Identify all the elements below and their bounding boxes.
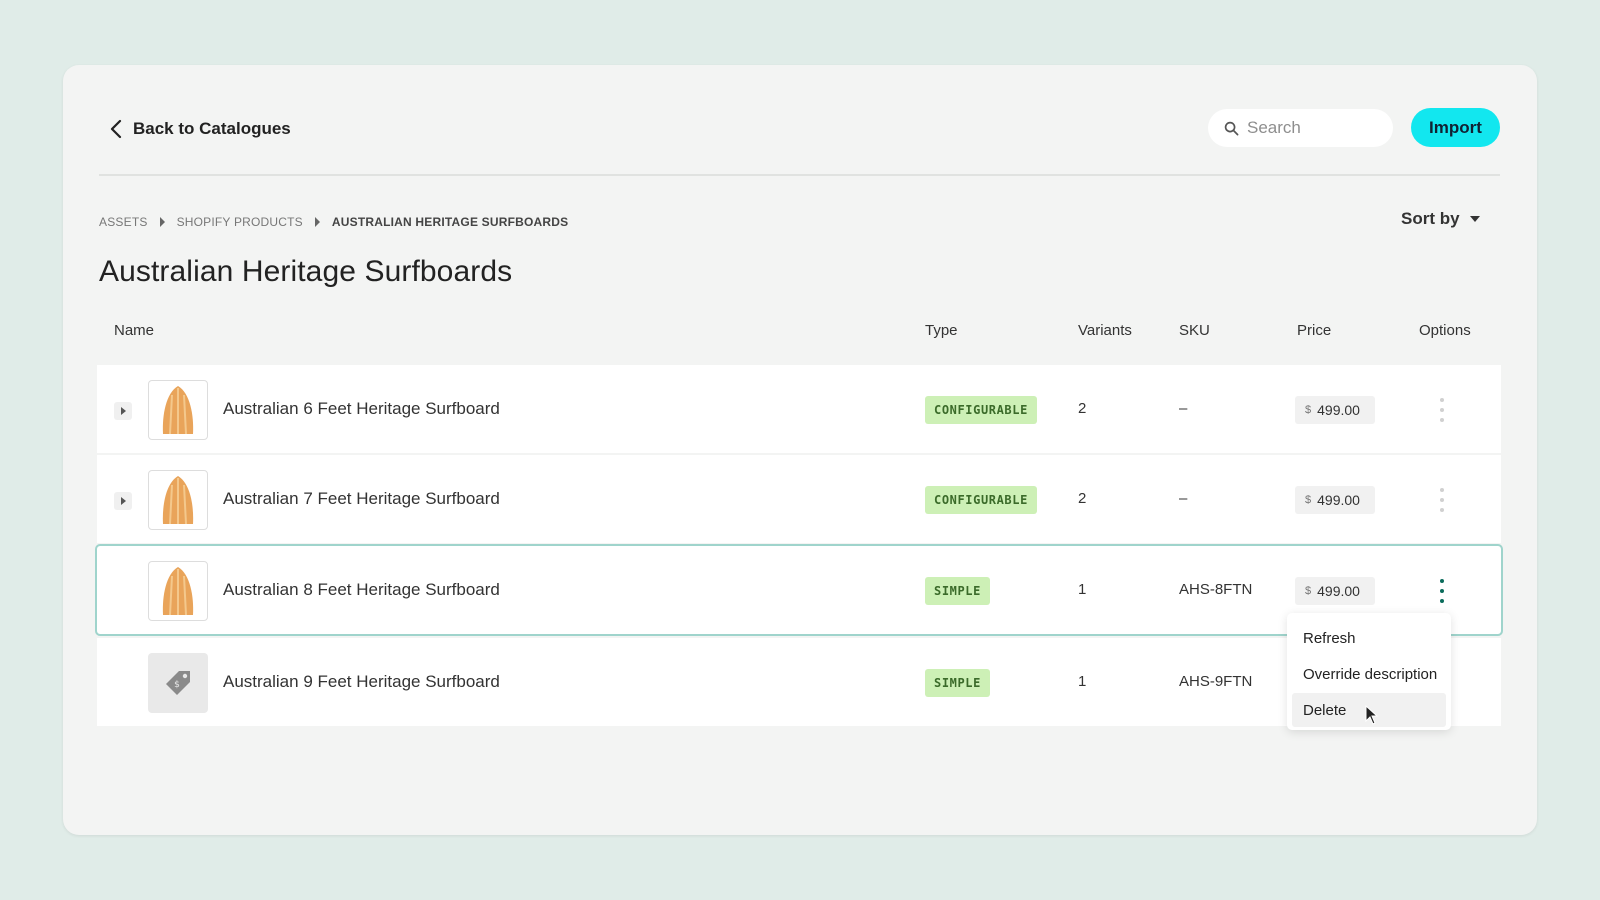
- surfboard-image: [162, 476, 194, 525]
- table-row[interactable]: Australian 6 Feet Heritage Surfboard CON…: [97, 365, 1501, 453]
- currency-symbol: $: [1305, 404, 1312, 416]
- page-title: Australian Heritage Surfboards: [99, 255, 513, 288]
- search-icon: [1224, 121, 1239, 135]
- header-divider: [99, 174, 1500, 176]
- menu-item-override-description[interactable]: Override description: [1292, 657, 1446, 691]
- product-name[interactable]: Australian 7 Feet Heritage Surfboard: [223, 489, 500, 509]
- product-name[interactable]: Australian 9 Feet Heritage Surfboard: [223, 672, 500, 692]
- sku-value: AHS-8FTN: [1179, 581, 1253, 598]
- table-row[interactable]: Australian 7 Feet Heritage Surfboard CON…: [97, 455, 1501, 543]
- variants-count: 2: [1078, 400, 1087, 417]
- breadcrumb-shopify-products[interactable]: SHOPIFY PRODUCTS: [177, 215, 303, 229]
- expand-row-toggle[interactable]: [114, 492, 132, 510]
- price-tag-icon: $: [166, 671, 190, 695]
- product-name[interactable]: Australian 8 Feet Heritage Surfboard: [223, 580, 500, 600]
- price-value: 499.00: [1317, 402, 1360, 418]
- variants-count: 1: [1078, 581, 1087, 598]
- product-thumbnail: [148, 561, 208, 621]
- surfboard-image: [162, 386, 194, 435]
- breadcrumb-separator-icon: [314, 217, 320, 227]
- column-header-type[interactable]: Type: [925, 322, 958, 339]
- options-kebab-icon[interactable]: [1437, 398, 1447, 422]
- import-button[interactable]: Import: [1411, 108, 1500, 147]
- svg-text:$: $: [174, 680, 180, 690]
- column-header-price[interactable]: Price: [1297, 322, 1331, 339]
- breadcrumb-current: AUSTRALIAN HERITAGE SURFBOARDS: [331, 215, 569, 229]
- type-badge: SIMPLE: [925, 577, 990, 605]
- currency-symbol: $: [1305, 494, 1312, 506]
- product-thumbnail: [148, 380, 208, 440]
- product-thumbnail: $: [148, 653, 208, 713]
- caret-down-icon: [1469, 216, 1480, 222]
- column-header-options: Options: [1419, 322, 1471, 339]
- surfboard-image: [162, 567, 194, 616]
- currency-symbol: $: [1305, 585, 1312, 597]
- back-to-catalogues-link[interactable]: Back to Catalogues: [109, 111, 291, 147]
- price-field: $ 499.00: [1295, 486, 1375, 514]
- sort-label: Sort by: [1401, 209, 1460, 228]
- product-name[interactable]: Australian 6 Feet Heritage Surfboard: [223, 399, 500, 419]
- search-box[interactable]: [1208, 109, 1393, 147]
- type-badge: CONFIGURABLE: [925, 486, 1037, 514]
- breadcrumb-assets[interactable]: ASSETS: [99, 215, 148, 229]
- breadcrumb-separator-icon: [159, 217, 165, 227]
- price-value: 499.00: [1317, 492, 1360, 508]
- search-input[interactable]: [1247, 118, 1387, 138]
- expand-row-toggle[interactable]: [114, 402, 132, 420]
- price-field: $ 499.00: [1295, 396, 1375, 424]
- back-label: Back to Catalogues: [133, 119, 291, 138]
- sku-value: AHS-9FTN: [1179, 673, 1253, 690]
- breadcrumb: ASSETS SHOPIFY PRODUCTS AUSTRALIAN HERIT…: [99, 215, 568, 229]
- catalogue-card: Back to Catalogues Import ASSETS SHOPIFY…: [63, 65, 1537, 835]
- column-header-name[interactable]: Name: [114, 322, 154, 339]
- chevron-left-icon: [110, 119, 122, 139]
- mouse-cursor-icon: [1365, 705, 1379, 725]
- options-kebab-icon[interactable]: [1437, 579, 1447, 603]
- product-thumbnail: [148, 470, 208, 530]
- options-kebab-icon[interactable]: [1437, 488, 1447, 512]
- menu-item-refresh[interactable]: Refresh: [1292, 621, 1446, 655]
- price-value: 499.00: [1317, 583, 1360, 599]
- variants-count: 1: [1078, 673, 1087, 690]
- column-header-sku[interactable]: SKU: [1179, 322, 1210, 339]
- variants-count: 2: [1078, 490, 1087, 507]
- price-field: $ 499.00: [1295, 577, 1375, 605]
- sku-value: –: [1179, 400, 1188, 417]
- sku-value: –: [1179, 490, 1188, 507]
- type-badge: SIMPLE: [925, 669, 990, 697]
- type-badge: CONFIGURABLE: [925, 396, 1037, 424]
- column-header-variants[interactable]: Variants: [1078, 322, 1132, 339]
- sort-by-dropdown[interactable]: Sort by: [1401, 209, 1480, 229]
